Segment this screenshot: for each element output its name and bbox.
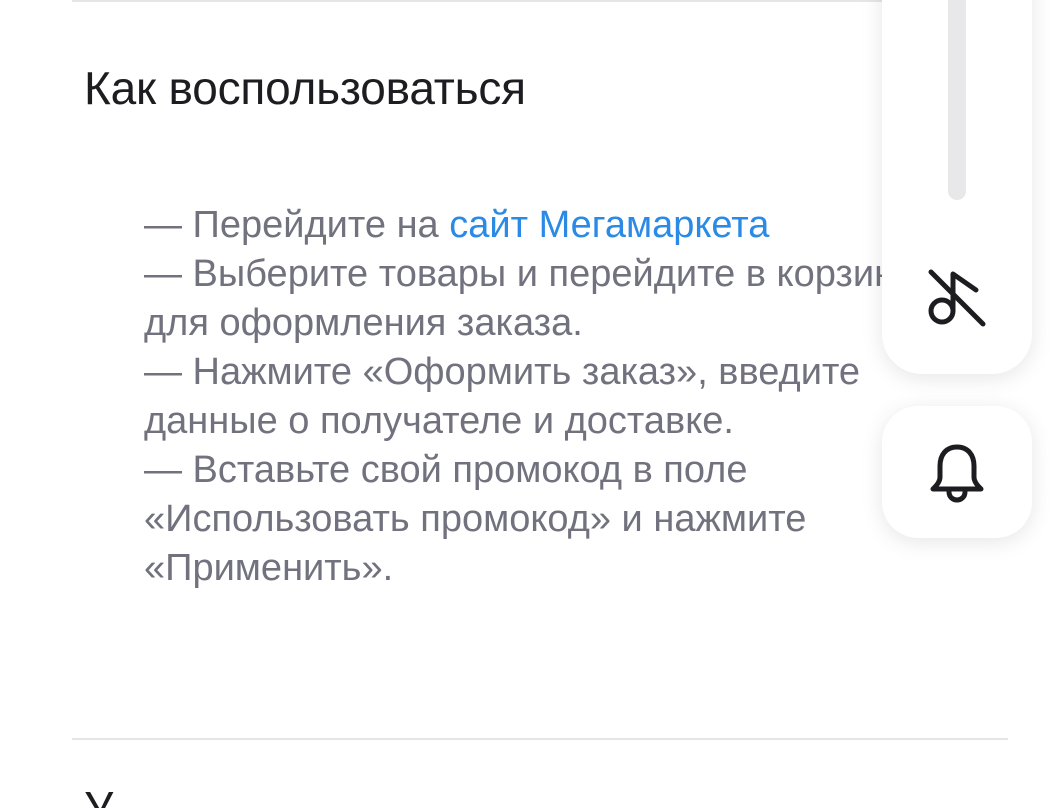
megamarket-site-link[interactable]: сайт Мегамаркета: [449, 204, 769, 246]
section-title: Как воспользоваться: [84, 62, 526, 114]
floating-player-panel: [882, 0, 1032, 374]
bell-icon: [930, 444, 984, 503]
top-divider: [72, 0, 1008, 2]
next-section-title: У: [84, 782, 114, 808]
instruction-step-2: — Выберите товары и перейдите в корзину …: [144, 253, 915, 344]
bottom-divider: [72, 738, 1008, 740]
music-off-icon: [928, 269, 986, 327]
instruction-step-1-text: — Перейдите на: [144, 204, 450, 246]
instruction-step-3: — Нажмите «Оформить заказ», введите данн…: [144, 351, 861, 442]
instructions-list: — Перейдите на сайт Мегамаркета — Выбери…: [144, 201, 934, 593]
instruction-step-1: — Перейдите на сайт Мегамаркета: [144, 201, 934, 250]
instruction-step-4: — Вставьте свой промокод в поле «Использ…: [144, 449, 807, 589]
sound-off-button[interactable]: [918, 258, 996, 336]
page: Как воспользоваться — Перейдите на сайт …: [0, 0, 1056, 808]
notifications-button[interactable]: [882, 406, 1032, 538]
volume-slider-track[interactable]: [948, 0, 966, 200]
